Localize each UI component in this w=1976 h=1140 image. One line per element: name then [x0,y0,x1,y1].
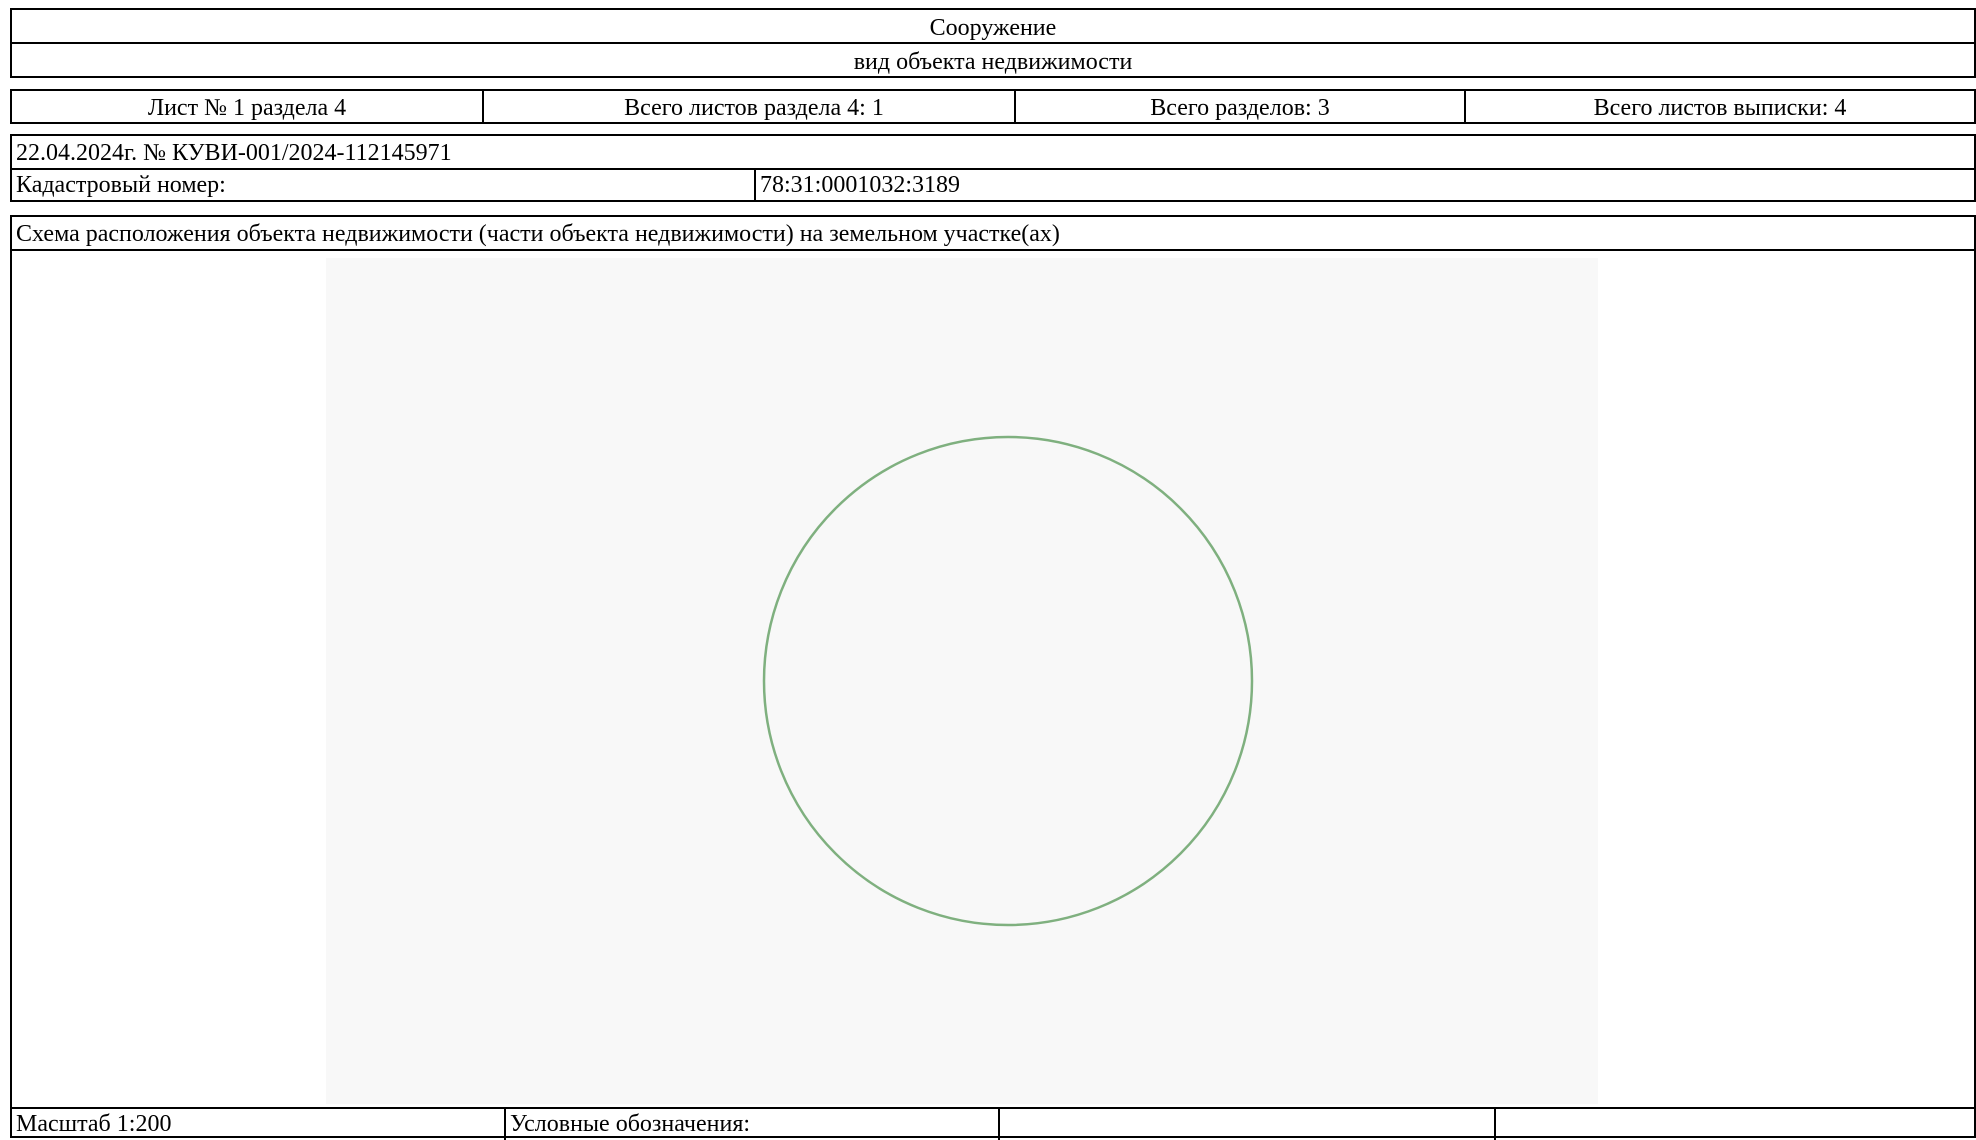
footer-divider [1494,1109,1496,1140]
scale-label: Масштаб 1:200 [16,1111,172,1137]
object-type-caption: вид объекта недвижимости [853,49,1133,75]
total-sheets-section: Всего листов раздела 4: 1 [624,95,884,121]
scheme-map-drawing [762,435,1254,927]
object-type-row: Сооружение [10,8,1976,44]
scheme-map-image [326,258,1598,1104]
footer-divider [998,1109,1000,1140]
scheme-footer-divider [12,1107,1974,1109]
total-sections: Всего разделов: 3 [1150,95,1330,121]
scheme-title-divider [12,249,1974,251]
object-type-caption-row: вид объекта недвижимости [10,42,1976,78]
total-sheets-extract: Всего листов выписки: 4 [1593,95,1847,121]
scheme-title: Схема расположения объекта недвижимости … [16,221,1060,247]
record-date-number: 22.04.2024г. № КУВИ-001/2024-112145971 [16,140,452,166]
record-block: 22.04.2024г. № КУВИ-001/2024-112145971 К… [10,134,1976,202]
record-divider [12,168,1974,170]
legend-label: Условные обозначения: [510,1111,751,1137]
sheet-info-row: Лист № 1 раздела 4 Всего листов раздела … [10,89,1976,124]
sheet-number: Лист № 1 раздела 4 [147,95,347,121]
object-type: Сооружение [929,15,1057,41]
cadastral-label: Кадастровый номер: [16,172,226,198]
object-contour [762,435,1254,927]
cadastral-value: 78:31:0001032:3189 [760,172,961,198]
